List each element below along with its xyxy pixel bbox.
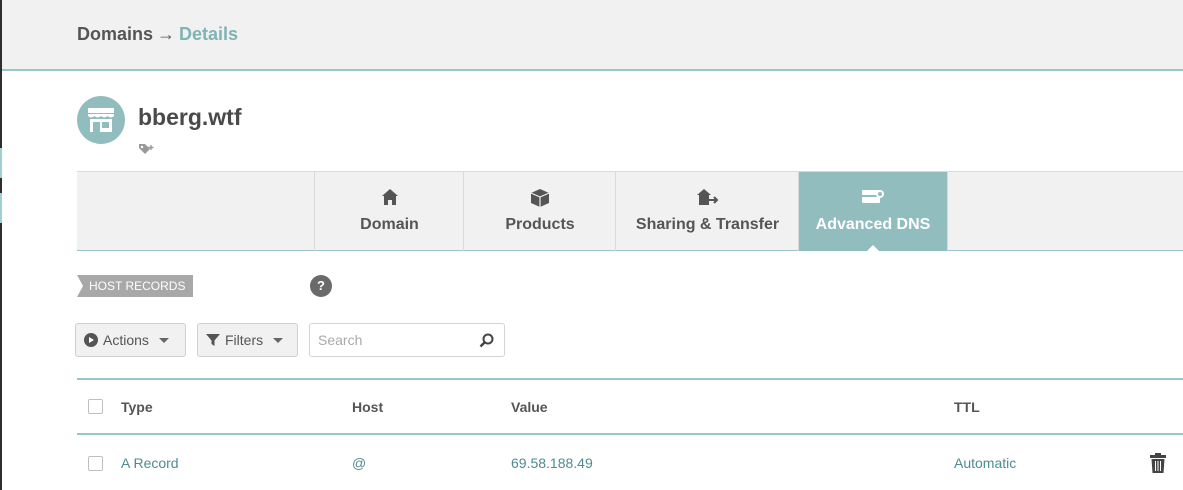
breadcrumb-separator: → — [157, 24, 176, 44]
tab-divider — [947, 172, 948, 251]
box-icon — [464, 188, 616, 208]
dns-server-icon — [799, 188, 947, 208]
trash-icon[interactable] — [1150, 453, 1166, 473]
domain-tabs: Domain Products Sharing & Transfer Advan… — [77, 171, 1183, 252]
domain-name: bberg.wtf — [138, 104, 242, 130]
tab-products[interactable]: Products — [463, 172, 616, 251]
breadcrumb: Domains → Details — [77, 24, 238, 45]
edge-marker — [0, 148, 2, 178]
column-header-ttl[interactable]: TTL — [954, 380, 980, 433]
play-circle-icon — [84, 333, 98, 347]
tab-label: Sharing & Transfer — [635, 216, 780, 233]
window-left-edge — [0, 0, 2, 490]
chevron-down-icon — [273, 337, 284, 343]
delete-cell — [1150, 435, 1166, 490]
tab-label: Products — [505, 216, 575, 233]
house-transfer-icon — [616, 188, 799, 208]
breadcrumb-current: Details — [179, 24, 239, 44]
tag-add-icon[interactable] — [138, 142, 156, 160]
row-select-cell — [88, 435, 103, 490]
home-icon — [315, 188, 464, 208]
filters-label: Filters — [225, 332, 264, 348]
breadcrumb-domains-link[interactable]: Domains — [77, 24, 153, 44]
column-header-value[interactable]: Value — [511, 380, 548, 433]
host-records-label: HOST RECORDS — [77, 275, 194, 297]
tab-label: Advanced DNS — [815, 216, 931, 233]
domain-avatar — [77, 96, 125, 144]
record-type[interactable]: A Record — [121, 435, 179, 490]
tab-domain[interactable]: Domain — [314, 172, 464, 251]
actions-label: Actions — [103, 332, 149, 348]
select-all-checkbox[interactable] — [88, 399, 103, 414]
table-header: Type Host Value TTL — [77, 378, 1183, 435]
chevron-down-icon — [158, 337, 169, 343]
actions-button[interactable]: Actions — [75, 323, 186, 357]
record-host[interactable]: @ — [352, 435, 366, 490]
edge-marker — [0, 193, 2, 223]
search-field — [309, 323, 505, 357]
host-records-table: Type Host Value TTL A Record @ 69.58.188… — [77, 378, 1183, 490]
filter-icon — [206, 334, 220, 346]
row-checkbox[interactable] — [88, 455, 103, 471]
tab-advanced-dns[interactable]: Advanced DNS — [798, 172, 947, 252]
search-icon[interactable] — [479, 333, 494, 348]
record-ttl[interactable]: Automatic — [954, 435, 1016, 490]
column-header-host[interactable]: Host — [352, 380, 383, 433]
record-value[interactable]: 69.58.188.49 — [511, 435, 593, 490]
help-button[interactable]: ? — [310, 275, 332, 297]
tab-sharing-transfer[interactable]: Sharing & Transfer — [615, 172, 799, 251]
top-bar: Domains → Details — [2, 0, 1183, 71]
search-input[interactable] — [310, 324, 470, 356]
table-row: A Record @ 69.58.188.49 Automatic — [77, 435, 1183, 490]
filters-button[interactable]: Filters — [197, 323, 298, 357]
tab-label: Domain — [360, 216, 419, 233]
column-header-type[interactable]: Type — [121, 380, 153, 433]
select-all-cell — [88, 380, 103, 433]
storefront-icon — [88, 108, 114, 132]
